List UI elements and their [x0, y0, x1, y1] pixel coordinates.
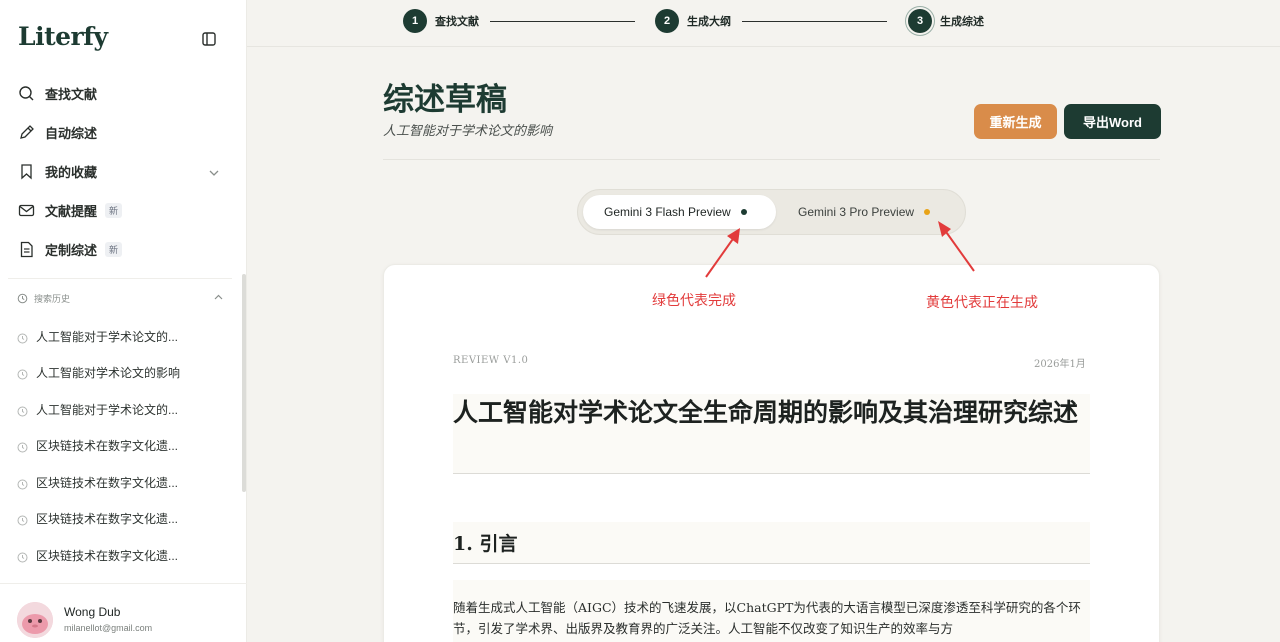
history-item[interactable]: 人工智能对于学术论文的...	[0, 391, 240, 428]
clock-icon	[17, 367, 28, 380]
clock-icon	[17, 550, 28, 563]
step-label: 查找文献	[435, 16, 479, 28]
doc-paragraph[interactable]: 随着生成式人工智能（AIGC）技术的飞速发展，以ChatGPT为代表的大语言模型…	[453, 597, 1093, 639]
clock-icon	[17, 440, 28, 453]
history-item-text: 区块链技术在数字文化遗...	[36, 475, 179, 490]
section-highlight	[453, 522, 1090, 564]
annotation-green-complete: 绿色代表完成	[652, 292, 736, 308]
doc-date: 2026年1月	[1034, 359, 1086, 370]
nav-item-auto-review[interactable]: 自动综述	[0, 113, 247, 152]
step-connector	[490, 21, 635, 22]
step-2[interactable]: 2 生成大纲	[655, 9, 731, 33]
sidebar: Literfy 查找文献 自动综述 我的收藏 文献提醒 新 定制综述 新 搜索历…	[0, 0, 247, 642]
history-item[interactable]: 区块链技术在数字文化遗...	[0, 501, 240, 538]
nav-label: 查找文献	[45, 87, 98, 102]
clock-icon	[17, 513, 28, 526]
history-item[interactable]: 人工智能对于学术论文的...	[0, 318, 240, 355]
nav-item-custom-review[interactable]: 定制综述 新	[0, 230, 247, 269]
history-item[interactable]: 区块链技术在数字文化遗...	[0, 537, 240, 574]
history-item[interactable]: 人工智能对学术论文的影响	[0, 355, 240, 392]
history-item[interactable]: 区块链技术在数字文化遗...	[0, 428, 240, 465]
doc-version: REVIEW V1.0	[453, 355, 529, 366]
annotation-yellow-generating: 黄色代表正在生成	[926, 294, 1038, 310]
model-switcher: Gemini 3 Flash Preview Gemini 3 Pro Prev…	[577, 189, 966, 235]
progress-stepper: 1 查找文献 2 生成大纲 3 生成综述	[247, 0, 1280, 47]
chevron-up-icon[interactable]	[214, 293, 223, 302]
export-word-button[interactable]: 导出Word	[1064, 104, 1161, 139]
sidebar-divider	[8, 278, 232, 279]
status-dot-complete	[740, 209, 747, 215]
clock-icon	[17, 404, 28, 417]
section-heading[interactable]: 1. 引言	[453, 529, 517, 556]
new-badge: 新	[105, 203, 123, 218]
history-item-text: 人工智能对于学术论文的...	[36, 402, 179, 417]
new-badge: 新	[105, 242, 123, 257]
nav-item-alerts[interactable]: 文献提醒 新	[0, 191, 247, 230]
nav-item-favorites[interactable]: 我的收藏	[0, 152, 247, 191]
nav-label: 我的收藏	[45, 165, 98, 180]
history-item-text: 区块链技术在数字文化遗...	[36, 439, 179, 454]
nav-item-search[interactable]: 查找文献	[0, 74, 247, 113]
user-profile[interactable]: Wong Dub milanellot@gmail.com	[0, 583, 247, 642]
step-label: 生成大纲	[687, 16, 731, 28]
mail-icon	[17, 202, 35, 220]
main-nav: 查找文献 自动综述 我的收藏 文献提醒 新 定制综述 新	[0, 74, 247, 269]
avatar	[17, 602, 53, 638]
history-item-text: 人工智能对学术论文的影响	[36, 366, 181, 381]
user-name: Wong Dub	[64, 605, 121, 619]
brand-logo[interactable]: Literfy	[18, 22, 108, 51]
tab-label: Gemini 3 Flash Preview	[604, 205, 731, 219]
tab-gemini-pro[interactable]: Gemini 3 Pro Preview	[798, 195, 962, 229]
history-icon	[17, 293, 28, 304]
history-item-text: 区块链技术在数字文化遗...	[36, 548, 179, 563]
clock-icon	[17, 331, 28, 344]
step-number: 1	[403, 9, 427, 33]
step-label: 生成综述	[940, 16, 984, 28]
status-dot-generating	[924, 209, 931, 215]
regenerate-button[interactable]: 重新生成	[974, 104, 1057, 139]
chevron-down-icon[interactable]	[209, 165, 219, 176]
header-divider	[383, 159, 1160, 160]
history-title: 搜索历史	[34, 294, 71, 304]
step-1[interactable]: 1 查找文献	[403, 9, 479, 33]
sidebar-scrollbar[interactable]	[242, 274, 246, 492]
page-subtitle: 人工智能对于学术论文的影响	[383, 123, 553, 138]
tab-gemini-flash[interactable]: Gemini 3 Flash Preview	[583, 195, 776, 229]
page-title: 综述草稿	[383, 82, 507, 117]
history-item-text: 人工智能对于学术论文的...	[36, 329, 179, 344]
nav-label: 定制综述	[45, 243, 98, 258]
doc-title[interactable]: 人工智能对学术论文全生命周期的影响及其治理研究综述	[453, 396, 1083, 430]
history-item[interactable]: 区块链技术在数字文化遗...	[0, 464, 240, 501]
step-connector	[742, 21, 887, 22]
user-email: milanellot@gmail.com	[64, 623, 153, 633]
step-number: 3	[908, 9, 932, 33]
sidebar-toggle-icon[interactable]	[200, 30, 218, 48]
clock-icon	[17, 477, 28, 490]
bookmark-icon	[17, 163, 35, 181]
history-item-text: 区块链技术在数字文化遗...	[36, 512, 179, 527]
search-icon	[17, 85, 35, 103]
step-number: 2	[655, 9, 679, 33]
history-list: 人工智能对于学术论文的... 人工智能对学术论文的影响 人工智能对于学术论文的.…	[0, 318, 240, 574]
step-3[interactable]: 3 生成综述	[908, 9, 984, 33]
pen-icon	[17, 124, 35, 142]
document-icon	[17, 241, 35, 259]
tab-label: Gemini 3 Pro Preview	[798, 205, 915, 219]
nav-label: 文献提醒	[45, 204, 98, 219]
nav-label: 自动综述	[45, 126, 98, 141]
history-header[interactable]: 搜索历史	[17, 292, 223, 305]
